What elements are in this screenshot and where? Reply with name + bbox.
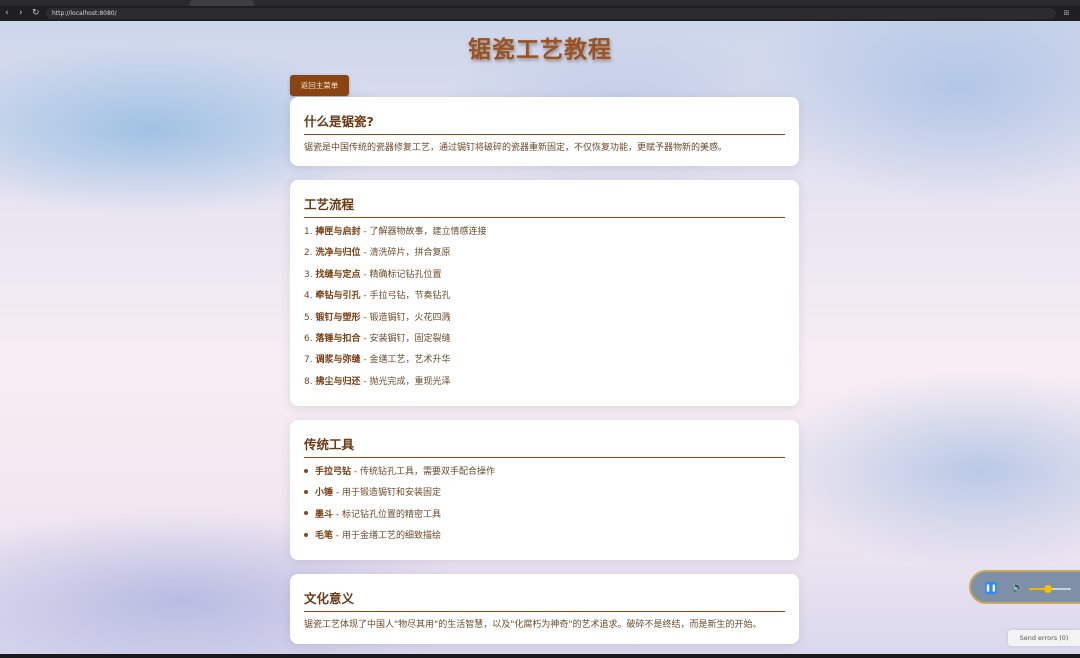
process-step: 8. 拂尘与归还 - 抛光完成，重现光泽 [304,374,450,387]
reload-button[interactable]: ↻ [32,6,40,21]
section-heading: 传统工具 [304,434,785,458]
tool-desc: - 标记钻孔位置的精密工具 [333,509,441,520]
bullet-icon [304,489,308,494]
volume-knob[interactable] [1043,585,1052,593]
step-desc: - 清洗碎片，拼合复原 [360,248,451,259]
tool-name: 毛笔 [315,531,334,542]
back-nav-button[interactable]: ‹ [5,6,9,21]
step-desc: - 锻造锔钉，火花四溅 [360,312,451,323]
step-name: 找缝与定点 [315,269,361,280]
section-text: 锯瓷工艺体现了中国人"物尽其用"的生活智慧，以及"化腐朽为神奇"的艺术追求。破碎… [304,620,762,630]
step-desc: - 安装锔钉，固定裂缝 [360,334,451,344]
process-step: 3. 找缝与定点 - 精确标记钻孔位置 [304,267,441,280]
step-name: 落锤与扣合 [315,334,361,344]
puzzle-icon[interactable]: ⊞ [1062,9,1071,18]
tool-item: 手拉弓钻 - 传统钻孔工具，需要双手配合操作 [304,464,495,477]
tool-desc: - 传统钻孔工具，需要双手配合操作 [351,467,495,477]
section-heading: 工艺流程 [304,194,785,218]
process-step: 2. 洗净与归位 - 清洗碎片，拼合复原 [304,245,450,258]
step-number: 1. [304,227,313,237]
step-name: 捧匣与启封 [315,227,361,237]
tool-item: 小锤 - 用于锻造锔钉和安装固定 [304,485,441,498]
step-number: 2. [304,248,313,259]
step-number: 6. [304,334,313,344]
page-title: 锯瓷工艺教程 [468,37,612,63]
tool-desc: - 用于金缮工艺的细致描绘 [333,531,441,542]
bullet-icon [304,511,308,516]
tool-desc: - 用于锻造锔钉和安装固定 [333,488,441,499]
step-number: 4. [304,291,313,302]
step-number: 7. [304,355,313,366]
step-name: 锻钉与塑形 [315,312,361,323]
music-player: ❚❚ 🔈 [969,570,1080,604]
step-desc: - 手拉弓钻，节奏钻孔 [360,291,451,302]
volume-slider[interactable] [1029,585,1071,593]
back-to-menu-button[interactable]: 返回主菜单 [290,75,349,96]
tool-item: 毛笔 - 用于金缮工艺的细致描绘 [304,528,441,541]
tool-name: 手拉弓钻 [315,467,352,477]
section-heading: 文化意义 [304,588,785,612]
section-text: 锯瓷是中国传统的瓷器修复工艺，通过锔钉将破碎的瓷器重新固定，不仅恢复功能，更赋予… [304,143,728,153]
pause-icon[interactable]: ❚❚ [985,582,997,594]
section-heading: 什么是锯瓷? [304,111,785,135]
step-name: 拂尘与归还 [315,376,361,387]
step-desc: - 抛光完成，重现光泽 [360,376,451,387]
process-step: 4. 牵钻与引孔 - 手拉弓钻，节奏钻孔 [304,288,450,301]
step-name: 调浆与弥缝 [315,355,361,366]
card-what-is: 什么是锯瓷? 锯瓷是中国传统的瓷器修复工艺，通过锔钉将破碎的瓷器重新固定，不仅恢… [290,97,799,166]
step-desc: - 了解器物故事，建立情感连接 [360,227,487,237]
address-bar[interactable] [46,8,1056,19]
send-errors-button[interactable]: Send errors (0) [1008,630,1080,646]
taskbar [0,654,1080,658]
step-desc: - 精确标记钻孔位置 [360,269,442,280]
process-step: 1. 捧匣与启封 - 了解器物故事，建立情感连接 [304,224,486,237]
volume-icon[interactable]: 🔈 [1012,582,1023,594]
step-name: 洗净与归位 [315,248,361,259]
bullet-icon [304,468,308,473]
process-step: 7. 调浆与弥缝 - 金缮工艺，艺术升华 [304,352,450,365]
card-tools: 传统工具 手拉弓钻 - 传统钻孔工具，需要双手配合操作 小锤 - 用于锻造锔钉和安… [290,420,799,560]
process-step: 6. 落锤与扣合 - 安装锔钉，固定裂缝 [304,331,450,344]
forward-nav-button[interactable]: › [19,6,23,21]
tool-name: 墨斗 [315,509,334,520]
card-culture: 文化意义 锯瓷工艺体现了中国人"物尽其用"的生活智慧，以及"化腐朽为神奇"的艺术… [290,574,799,644]
step-desc: - 金缮工艺，艺术升华 [360,355,451,366]
address-text[interactable]: http://localhost:8080/ [52,8,117,19]
tool-item: 墨斗 - 标记钻孔位置的精密工具 [304,507,441,520]
step-number: 3. [304,269,313,280]
tool-name: 小锤 [315,488,334,499]
step-number: 5. [304,312,313,323]
bullet-icon [304,532,308,537]
step-name: 牵钻与引孔 [315,291,361,302]
step-number: 8. [304,376,313,387]
card-process: 工艺流程 1. 捧匣与启封 - 了解器物故事，建立情感连接 2. 洗净与归位 - … [290,180,799,406]
process-step: 5. 锻钉与塑形 - 锻造锔钉，火花四溅 [304,310,450,323]
